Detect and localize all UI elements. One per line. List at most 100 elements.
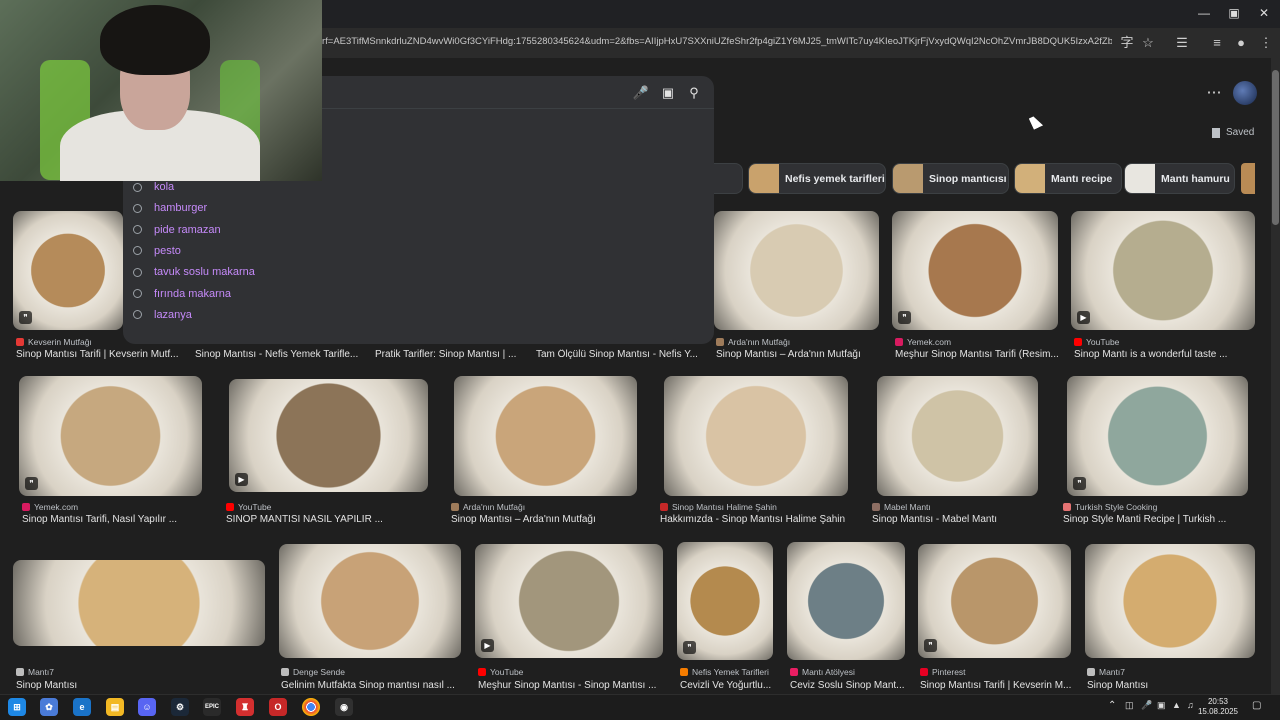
result-image[interactable]: ▶ [475, 544, 663, 658]
result-title[interactable]: Pratik Tarifler: Sinop Mantısı | ... [375, 349, 516, 360]
menu-icon[interactable]: ⋮ [1257, 34, 1275, 52]
result-image[interactable]: ▶ [229, 379, 428, 492]
tray-display-icon[interactable]: ▣ [1157, 700, 1166, 711]
notification-icon[interactable]: ▢ [1252, 700, 1261, 711]
result-source[interactable]: YouTube [478, 667, 523, 677]
result-title[interactable]: Meşhur Sinop Mantısı Tarifi (Resim... [895, 349, 1059, 360]
discord-icon[interactable]: ☺ [138, 698, 156, 716]
result-title[interactable]: Cevizli Ve Yoğurtlu... [680, 680, 771, 691]
search-icon[interactable]: ⚲ [685, 84, 703, 102]
result-title[interactable]: SİNOP MANTISI NASIL YAPILIR ... [226, 514, 383, 525]
tray-network-icon[interactable]: ◫ [1125, 700, 1134, 711]
tray-mic-icon[interactable]: 🎤 [1141, 700, 1152, 711]
result-title[interactable]: Sinop Mantısı Tarifi, Nasıl Yapılır ... [22, 514, 177, 525]
suggestion-item[interactable]: pide ramazan [133, 221, 221, 239]
result-image[interactable] [454, 376, 637, 496]
copilot-icon[interactable]: ✿ [40, 698, 58, 716]
tray-chevron-icon[interactable]: ⌃ [1108, 700, 1116, 711]
result-title[interactable]: Sinop Mantısı Tarifi | Kevserin Mutf... [16, 349, 178, 360]
google-apps-icon[interactable]: ⋯ [1206, 85, 1222, 101]
tray-volume-icon[interactable]: ♫ [1187, 700, 1194, 710]
result-title[interactable]: Ceviz Soslu Sinop Mant... [790, 680, 905, 691]
result-source[interactable]: Mantı Atölyesi [790, 667, 855, 677]
result-source[interactable]: Mantı7 [16, 667, 54, 677]
suggestion-item[interactable]: fırında makarna [133, 285, 231, 303]
chip-3[interactable]: Mantı recipe [1014, 163, 1122, 194]
app-red-icon[interactable]: ♜ [236, 698, 254, 716]
steam-icon[interactable]: ⚙ [171, 698, 189, 716]
edge-icon[interactable]: e [73, 698, 91, 716]
maximize-icon[interactable]: ▣ [1226, 6, 1242, 20]
saved-link[interactable]: Saved [1212, 127, 1254, 138]
result-source[interactable]: Mabel Mantı [872, 502, 931, 512]
result-source[interactable]: Arda'nın Mutfağı [451, 502, 525, 512]
result-title[interactable]: Meşhur Sinop Mantısı - Sinop Mantısı ... [478, 680, 656, 691]
chrome-icon[interactable] [302, 698, 320, 716]
result-image[interactable] [664, 376, 848, 496]
result-title[interactable]: Sinop Mantısı - Mabel Mantı [872, 514, 997, 525]
scrollbar-thumb[interactable] [1272, 70, 1279, 225]
result-title[interactable]: Sinop Style Manti Recipe | Turkish ... [1063, 514, 1226, 525]
chip-4[interactable]: Mantı hamuru [1124, 163, 1235, 194]
media-control-icon[interactable]: ≡ [1208, 34, 1226, 52]
suggestion-item[interactable]: tavuk soslu makarna [133, 263, 255, 281]
result-title[interactable]: Sinop Mantısı Tarifi | Kevserin M... [920, 680, 1071, 691]
file-explorer-icon[interactable]: ▤ [106, 698, 124, 716]
result-title[interactable]: Tam Ölçülü Sinop Mantısı - Nefis Y... [536, 349, 698, 360]
profile-icon[interactable]: ● [1232, 34, 1250, 52]
result-source[interactable]: YouTube [1074, 337, 1119, 347]
result-image[interactable]: ❞ [892, 211, 1058, 330]
close-icon[interactable]: ✕ [1256, 6, 1272, 20]
epic-games-icon[interactable]: EPIC [203, 698, 221, 716]
result-source[interactable]: Nefis Yemek Tarifleri [680, 667, 769, 677]
translate-icon[interactable]: 字 [1118, 34, 1136, 52]
suggestion-item[interactable]: hamburger [133, 199, 207, 217]
result-image[interactable]: ❞ [918, 544, 1071, 658]
result-image[interactable] [877, 376, 1038, 496]
result-source[interactable]: Kevserin Mutfağı [16, 337, 92, 347]
result-source[interactable]: Arda'nın Mutfağı [716, 337, 790, 347]
result-source[interactable]: Yemek.com [22, 502, 78, 512]
avatar[interactable] [1233, 81, 1257, 105]
result-image[interactable]: ▶ [1071, 211, 1255, 330]
result-image[interactable] [279, 544, 461, 658]
result-image[interactable] [1085, 544, 1255, 658]
result-image[interactable] [13, 560, 265, 646]
result-source[interactable]: Turkish Style Cooking [1063, 502, 1157, 512]
result-source[interactable]: Denge Sende [281, 667, 345, 677]
result-image[interactable]: ❞ [1067, 376, 1248, 496]
bookmark-star-icon[interactable]: ☆ [1139, 34, 1157, 52]
minimize-icon[interactable]: — [1196, 6, 1212, 20]
result-title[interactable]: Sinop Mantısı - Nefis Yemek Tarifle... [195, 349, 358, 360]
mic-icon[interactable]: 🎤 [632, 84, 650, 102]
result-image[interactable]: ❞ [677, 542, 773, 660]
lens-icon[interactable]: ▣ [659, 84, 677, 102]
result-image[interactable]: ❞ [13, 211, 123, 330]
result-title[interactable]: Sinop Mantısı – Arda'nın Mutfağı [451, 514, 596, 525]
result-title[interactable]: Sinop Mantısı [16, 680, 77, 691]
url-text[interactable]: rf=AE3TifMSnnkdrluZND4wvWi0Gf3CYiFHdg:17… [322, 36, 1112, 47]
result-title[interactable]: Sinop Mantı is a wonderful taste ... [1074, 349, 1227, 360]
result-title[interactable]: Sinop Mantısı [1087, 680, 1148, 691]
result-image[interactable]: ❞ [19, 376, 202, 496]
result-source[interactable]: Yemek.com [895, 337, 951, 347]
result-source[interactable]: Mantı7 [1087, 667, 1125, 677]
result-title[interactable]: Hakkımızda - Sinop Mantısı Halime Şahin [660, 514, 845, 525]
clock[interactable]: 20:53 15.08.2025 [1196, 697, 1240, 717]
chip-2[interactable]: Sinop mantıcısı [892, 163, 1009, 194]
suggestion-item[interactable]: lazanya [133, 306, 192, 324]
suggestion-item[interactable]: pesto [133, 242, 181, 260]
result-image[interactable] [714, 211, 879, 330]
obs-icon[interactable]: ◉ [335, 698, 353, 716]
result-title[interactable]: Gelinim Mutfakta Sinop mantısı nasıl ... [281, 680, 455, 691]
opera-icon[interactable]: O [269, 698, 287, 716]
extensions-icon[interactable]: ☰ [1173, 34, 1191, 52]
windows-icon[interactable]: ⊞ [8, 698, 26, 716]
result-source[interactable]: YouTube [226, 502, 271, 512]
chip-1[interactable]: Nefis yemek tarifleri [748, 163, 886, 194]
result-source[interactable]: Sinop Mantısı Halime Şahin [660, 502, 777, 512]
result-image[interactable] [787, 542, 905, 660]
chip-overflow[interactable] [1241, 163, 1255, 194]
result-title[interactable]: Sinop Mantısı – Arda'nın Mutfağı [716, 349, 861, 360]
tray-wifi-icon[interactable]: ▲ [1172, 700, 1181, 710]
